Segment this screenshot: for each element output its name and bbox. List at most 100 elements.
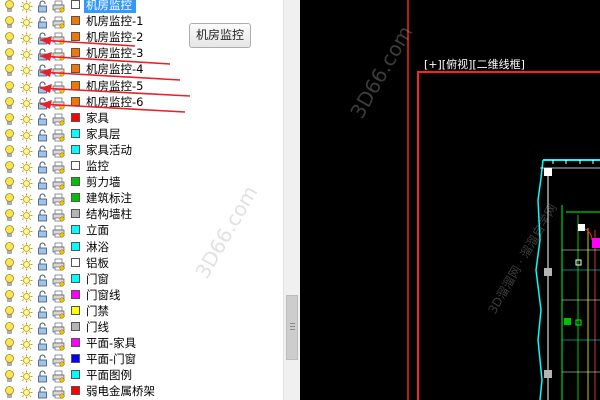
lock-icon[interactable] <box>37 62 48 77</box>
lock-icon[interactable] <box>37 320 48 335</box>
layer-row[interactable]: 平面-门窗 <box>0 351 283 367</box>
lock-icon[interactable] <box>37 384 48 399</box>
viewport-label[interactable]: [+][俯视][二维线框] <box>424 56 525 72</box>
layer-color-swatch[interactable] <box>71 96 80 106</box>
sun-freeze-icon[interactable] <box>20 127 33 142</box>
lock-icon[interactable] <box>37 207 48 222</box>
layer-row[interactable]: 剪力墙 <box>0 174 283 190</box>
lock-icon[interactable] <box>37 191 48 206</box>
lock-icon[interactable] <box>37 336 48 351</box>
lock-icon[interactable] <box>37 272 48 287</box>
printer-icon[interactable] <box>52 111 65 126</box>
lock-icon[interactable] <box>37 127 48 142</box>
lock-icon[interactable] <box>37 95 48 109</box>
layer-row[interactable]: 机房监控-6 <box>0 94 283 110</box>
lock-icon[interactable] <box>37 352 48 367</box>
layer-color-swatch[interactable] <box>71 241 80 251</box>
layer-color-swatch[interactable] <box>71 144 80 154</box>
lock-icon[interactable] <box>37 240 48 254</box>
lock-icon[interactable] <box>37 368 48 383</box>
lock-icon[interactable] <box>37 304 48 319</box>
lock-icon[interactable] <box>37 111 48 126</box>
lock-icon[interactable] <box>37 46 48 61</box>
lock-icon[interactable] <box>37 30 48 45</box>
printer-icon[interactable] <box>52 191 65 206</box>
lightbulb-icon[interactable] <box>4 62 15 77</box>
layer-color-swatch[interactable] <box>71 161 80 170</box>
sun-freeze-icon[interactable] <box>20 384 33 399</box>
layer-row[interactable]: 家具 <box>0 110 283 126</box>
layer-color-swatch[interactable] <box>71 64 80 74</box>
printer-icon[interactable] <box>52 207 65 222</box>
printer-icon[interactable] <box>52 288 65 303</box>
sun-freeze-icon[interactable] <box>20 46 33 61</box>
layer-row[interactable]: 建筑标注 <box>0 190 283 206</box>
layer-row[interactable]: 机房监控 <box>0 0 283 13</box>
layer-color-swatch[interactable] <box>71 177 80 187</box>
lock-icon[interactable] <box>37 175 48 190</box>
sun-freeze-icon[interactable] <box>20 0 33 13</box>
sun-freeze-icon[interactable] <box>20 304 33 319</box>
layer-color-swatch[interactable] <box>71 289 80 299</box>
printer-icon[interactable] <box>52 159 65 174</box>
lightbulb-icon[interactable] <box>4 127 15 141</box>
lightbulb-icon[interactable] <box>4 46 15 61</box>
sun-freeze-icon[interactable] <box>20 352 33 367</box>
layer-color-swatch[interactable] <box>71 322 80 331</box>
layer-row[interactable]: 弱电金属桥架 <box>0 383 283 399</box>
printer-icon[interactable] <box>52 272 65 287</box>
lightbulb-icon[interactable] <box>4 95 15 109</box>
lightbulb-icon[interactable] <box>4 79 15 93</box>
lightbulb-icon[interactable] <box>4 14 15 28</box>
sun-freeze-icon[interactable] <box>20 175 33 190</box>
layer-color-swatch[interactable] <box>71 225 80 235</box>
sun-freeze-icon[interactable] <box>20 288 33 303</box>
printer-icon[interactable] <box>52 30 65 45</box>
layer-color-swatch[interactable] <box>71 209 80 219</box>
printer-icon[interactable] <box>52 336 65 351</box>
lightbulb-icon[interactable] <box>4 159 15 173</box>
layer-color-swatch[interactable] <box>71 370 80 380</box>
lightbulb-icon[interactable] <box>4 240 15 254</box>
sun-freeze-icon[interactable] <box>20 223 33 238</box>
printer-icon[interactable] <box>52 384 65 399</box>
lightbulb-icon[interactable] <box>4 143 15 157</box>
sun-freeze-icon[interactable] <box>20 14 33 29</box>
layer-color-swatch[interactable] <box>71 0 80 9</box>
sun-freeze-icon[interactable] <box>20 336 33 351</box>
layer-row[interactable]: 平面图例 <box>0 367 283 383</box>
lock-icon[interactable] <box>37 79 48 93</box>
layer-color-swatch[interactable] <box>71 48 80 58</box>
layer-row[interactable]: 机房监控-4 <box>0 61 283 77</box>
layer-row[interactable]: 门窗线 <box>0 287 283 303</box>
printer-icon[interactable] <box>52 143 65 158</box>
lightbulb-icon[interactable] <box>4 320 15 334</box>
layer-row[interactable]: 淋浴 <box>0 239 283 255</box>
lightbulb-icon[interactable] <box>4 304 15 318</box>
lightbulb-icon[interactable] <box>4 288 15 302</box>
lightbulb-icon[interactable] <box>4 368 15 383</box>
sun-freeze-icon[interactable] <box>20 143 33 158</box>
lock-icon[interactable] <box>37 0 48 13</box>
lock-icon[interactable] <box>37 14 48 29</box>
lock-icon[interactable] <box>37 288 48 303</box>
printer-icon[interactable] <box>52 368 65 383</box>
sun-freeze-icon[interactable] <box>20 159 33 174</box>
sun-freeze-icon[interactable] <box>20 30 33 45</box>
lightbulb-icon[interactable] <box>4 352 15 366</box>
lightbulb-icon[interactable] <box>4 256 15 270</box>
lock-icon[interactable] <box>37 143 48 158</box>
drawing-viewport[interactable]: [+][俯视][二维线框] <box>300 0 600 400</box>
layer-color-swatch[interactable] <box>71 257 80 267</box>
sun-freeze-icon[interactable] <box>20 320 33 335</box>
tooltip-button[interactable]: 机房监控 <box>189 23 251 48</box>
lightbulb-icon[interactable] <box>4 272 15 286</box>
lock-icon[interactable] <box>37 256 48 270</box>
lightbulb-icon[interactable] <box>4 336 15 350</box>
layer-row[interactable]: 铝板 <box>0 255 283 271</box>
sun-freeze-icon[interactable] <box>20 207 33 222</box>
layer-color-swatch[interactable] <box>71 305 80 315</box>
layer-color-swatch[interactable] <box>71 273 80 283</box>
layer-color-swatch[interactable] <box>71 386 80 396</box>
printer-icon[interactable] <box>52 62 65 77</box>
